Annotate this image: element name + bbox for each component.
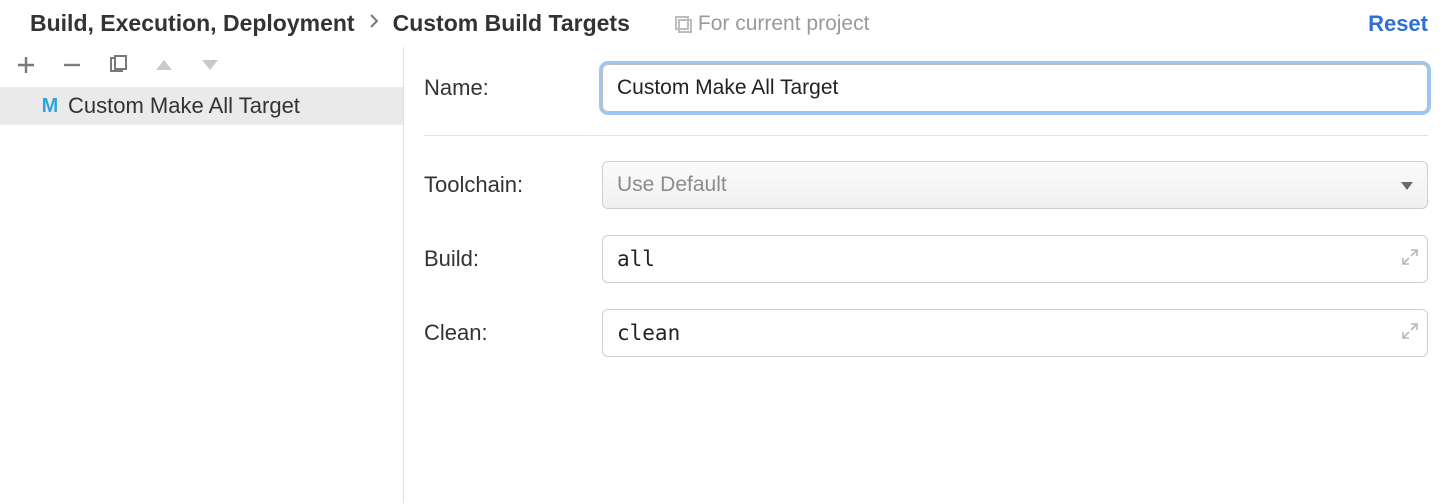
breadcrumb-current: Custom Build Targets — [393, 10, 630, 37]
toolchain-row: Toolchain: Use Default — [424, 158, 1428, 212]
main-panel: M Custom Make All Target Name: Toolchain… — [0, 47, 1448, 503]
move-down-button[interactable] — [198, 53, 222, 77]
breadcrumb-parent[interactable]: Build, Execution, Deployment — [30, 10, 355, 37]
make-target-icon: M — [40, 95, 60, 118]
name-row: Name: — [424, 61, 1428, 115]
list-item-label: Custom Make All Target — [68, 93, 300, 119]
clean-row: Clean: — [424, 306, 1428, 360]
remove-button[interactable] — [60, 53, 84, 77]
toolchain-label: Toolchain: — [424, 172, 602, 198]
settings-header: Build, Execution, Deployment Custom Buil… — [0, 0, 1448, 47]
reset-button[interactable]: Reset — [1368, 11, 1428, 37]
scope-indicator: For current project — [674, 12, 870, 36]
expand-icon[interactable] — [1402, 321, 1418, 345]
targets-sidebar: M Custom Make All Target — [0, 47, 404, 503]
targets-list: M Custom Make All Target — [0, 87, 403, 503]
section-divider — [424, 135, 1428, 136]
name-label: Name: — [424, 75, 602, 101]
build-label: Build: — [424, 246, 602, 272]
toolchain-value: Use Default — [617, 173, 727, 197]
target-details: Name: Toolchain: Use Default Build: — [404, 47, 1448, 503]
sidebar-toolbar — [0, 47, 403, 87]
clean-input[interactable] — [602, 309, 1428, 357]
chevron-right-icon — [369, 12, 379, 35]
build-row: Build: — [424, 232, 1428, 286]
chevron-down-icon — [1400, 173, 1414, 197]
build-input[interactable] — [602, 235, 1428, 283]
toolchain-select[interactable]: Use Default — [602, 161, 1428, 209]
clean-label: Clean: — [424, 320, 602, 346]
list-item[interactable]: M Custom Make All Target — [0, 87, 403, 125]
copy-button[interactable] — [106, 53, 130, 77]
name-input[interactable] — [602, 64, 1428, 112]
expand-icon[interactable] — [1402, 247, 1418, 271]
move-up-button[interactable] — [152, 53, 176, 77]
add-button[interactable] — [14, 53, 38, 77]
scope-label: For current project — [698, 12, 870, 36]
scope-icon — [674, 15, 692, 33]
breadcrumb: Build, Execution, Deployment Custom Buil… — [30, 10, 630, 37]
